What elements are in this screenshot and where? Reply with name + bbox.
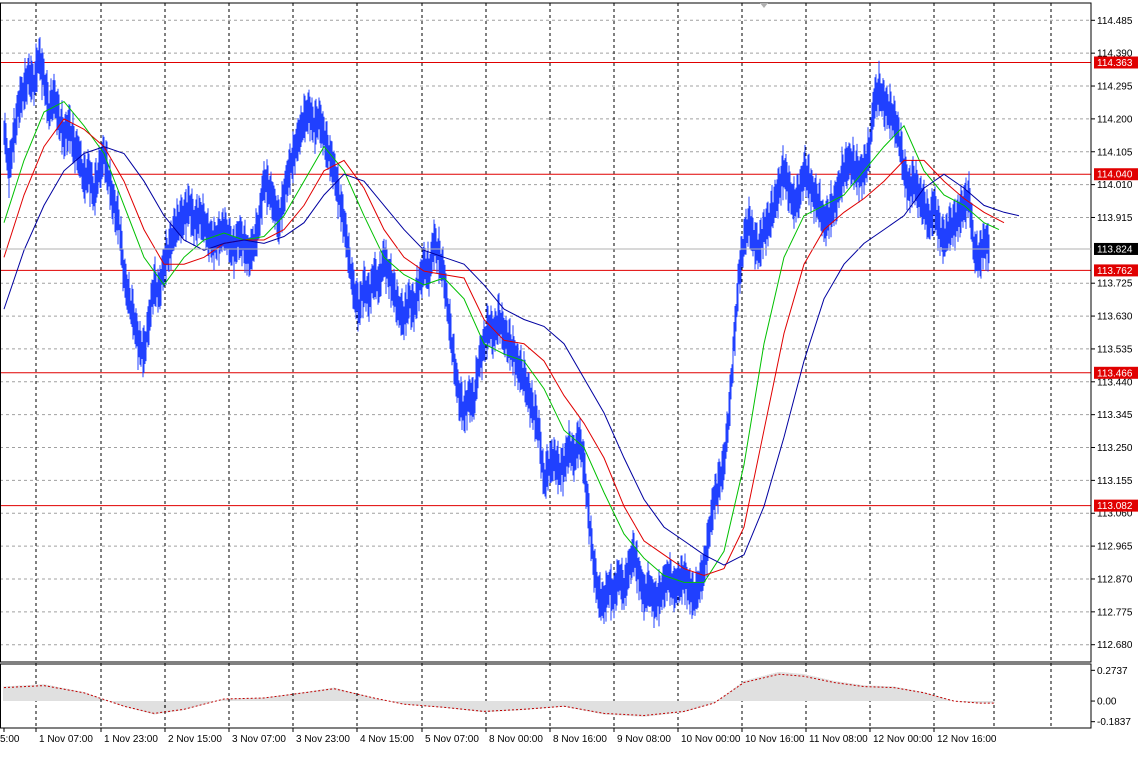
- indicator-tick-label: 0.2737: [1097, 666, 1128, 677]
- y-tick-label: 112.775: [1097, 607, 1133, 618]
- x-tick-label: 1 Nov 23:00: [104, 734, 158, 745]
- x-tick-label: 3 Nov 23:00: [296, 734, 350, 745]
- indicator-tick-label: 0.00: [1097, 697, 1117, 708]
- y-tick-label: 113.155: [1097, 476, 1133, 487]
- x-tick-label: 2 Nov 15:00: [168, 734, 222, 745]
- y-tick-label: 113.345: [1097, 410, 1133, 421]
- price-chart[interactable]: 114.485114.390114.295114.200114.105114.0…: [0, 0, 1140, 754]
- y-tick-label: 113.915: [1097, 213, 1133, 224]
- x-tick-label: 8 Nov 16:00: [553, 734, 607, 745]
- price-level-label: 114.363: [1097, 58, 1133, 69]
- y-tick-label: 114.200: [1097, 114, 1133, 125]
- y-tick-label: 114.485: [1097, 16, 1133, 27]
- y-tick-label: 112.680: [1097, 640, 1133, 651]
- x-tick-label: 4 Nov 15:00: [360, 734, 414, 745]
- y-tick-label: 112.870: [1097, 574, 1133, 585]
- x-tick-label: 9 Nov 08:00: [617, 734, 671, 745]
- y-tick-label: 114.105: [1097, 147, 1133, 158]
- x-tick-label: 10 Nov 16:00: [745, 734, 805, 745]
- indicator-tick-label: -0.1837: [1097, 717, 1131, 728]
- price-level-label: 113.762: [1097, 266, 1133, 277]
- x-tick-label: 5:00: [0, 734, 20, 745]
- x-tick-label: 10 Nov 00:00: [681, 734, 741, 745]
- x-tick-label: 1 Nov 07:00: [39, 734, 93, 745]
- y-tick-label: 114.010: [1097, 180, 1133, 191]
- current-price-label: 113.824: [1097, 244, 1133, 255]
- price-level-label: 113.082: [1097, 501, 1133, 512]
- chart-background: [0, 0, 1140, 754]
- y-tick-label: 114.295: [1097, 82, 1133, 93]
- x-tick-label: 12 Nov 00:00: [873, 734, 933, 745]
- x-tick-label: 5 Nov 07:00: [425, 734, 479, 745]
- x-tick-label: 12 Nov 16:00: [937, 734, 997, 745]
- y-tick-label: 113.250: [1097, 443, 1133, 454]
- y-tick-label: 113.630: [1097, 312, 1133, 323]
- y-tick-label: 113.535: [1097, 344, 1133, 355]
- y-tick-label: 112.965: [1097, 542, 1133, 553]
- x-tick-label: 8 Nov 00:00: [489, 734, 543, 745]
- price-level-label: 113.466: [1097, 368, 1133, 379]
- x-tick-label: 3 Nov 07:00: [232, 734, 286, 745]
- chart-area[interactable]: 114.485 114.390 114.295 114.200 114.105 114.0…: [0, 0, 1140, 754]
- x-tick-label: 11 Nov 08:00: [809, 734, 868, 745]
- price-level-label: 114.040: [1097, 170, 1133, 181]
- y-tick-label: 113.725: [1097, 279, 1133, 290]
